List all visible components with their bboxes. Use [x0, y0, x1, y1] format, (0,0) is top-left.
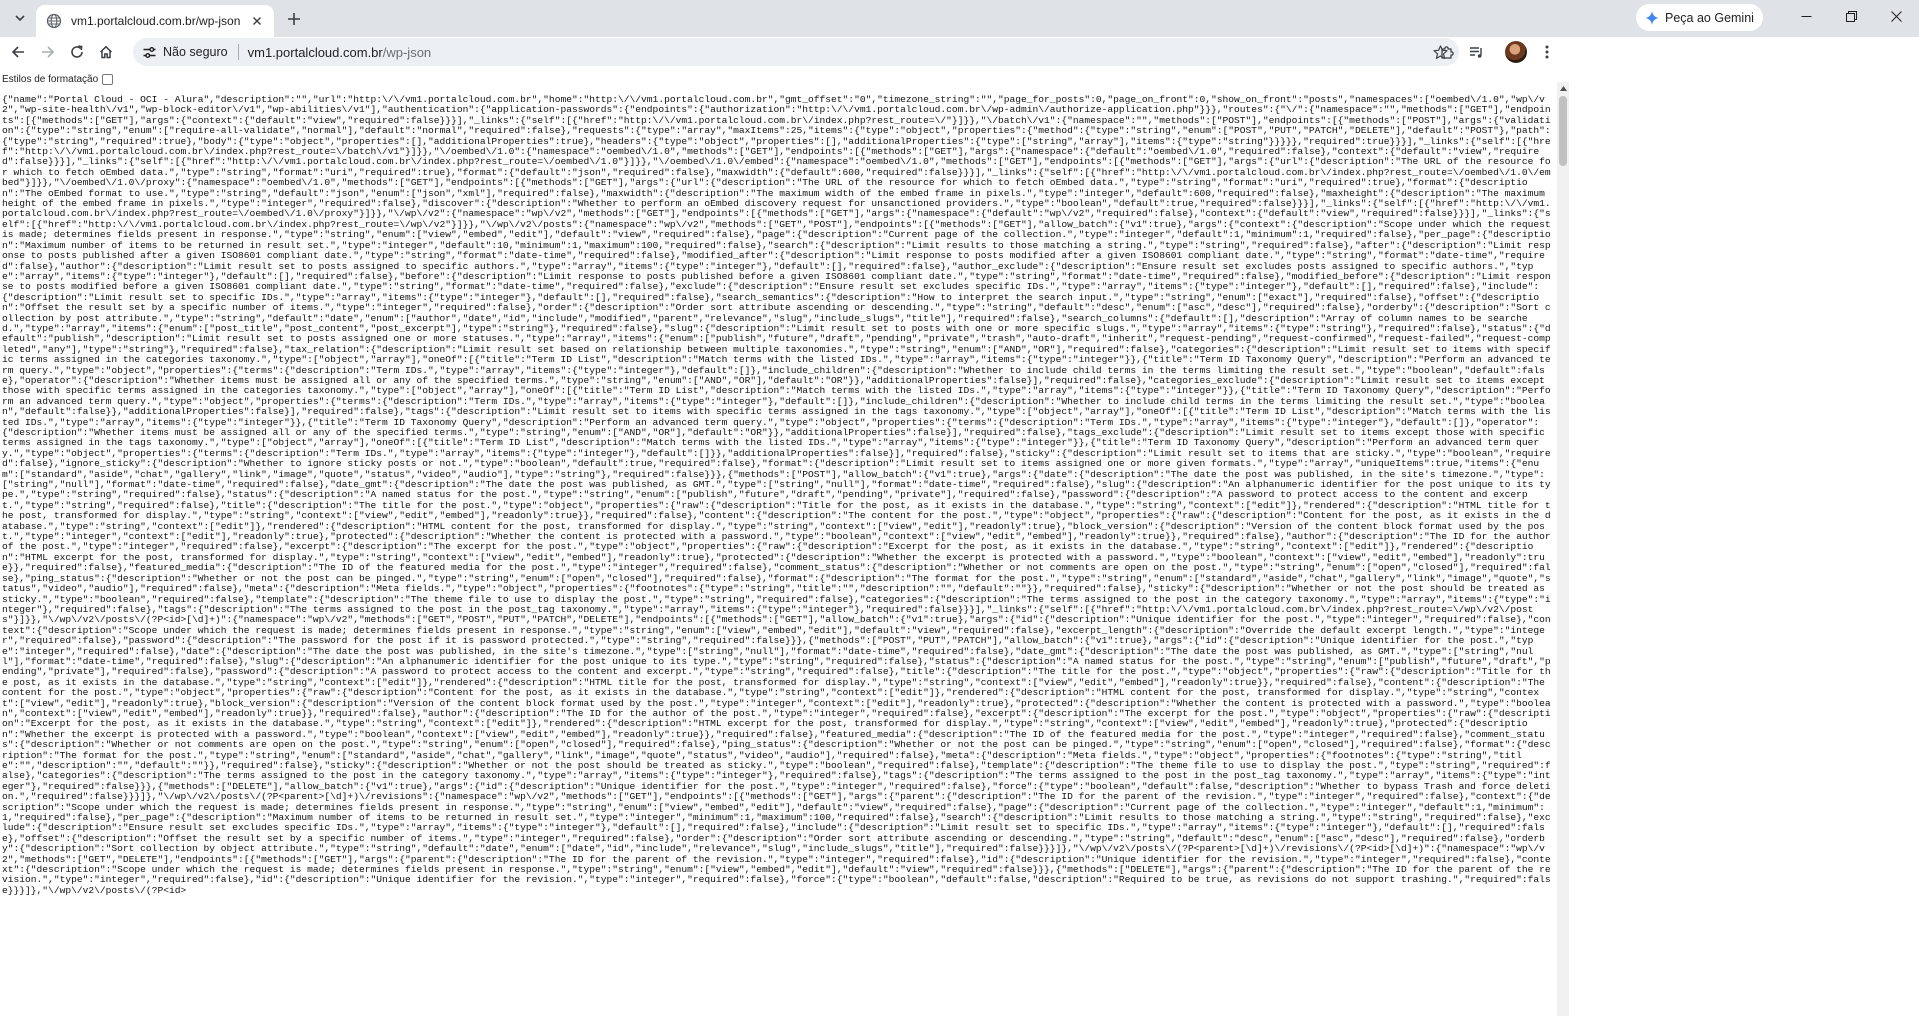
tab-search-button[interactable] — [8, 6, 32, 30]
new-tab-button[interactable] — [282, 7, 306, 31]
scrollbar-thumb[interactable] — [1559, 96, 1567, 166]
triangle-up-icon — [1559, 85, 1567, 91]
home-button[interactable] — [93, 39, 119, 65]
minimize-button[interactable] — [1784, 0, 1829, 32]
url-path: /wp-json — [382, 44, 432, 60]
plus-icon — [288, 13, 300, 25]
chrome-menu-button[interactable] — [1534, 39, 1560, 65]
ask-gemini-label: Peça ao Gemini — [1665, 10, 1754, 25]
ask-gemini-button[interactable]: Peça ao Gemini — [1636, 4, 1763, 31]
json-response-text: {"name":"Portal Cloud - OCI - Alura","de… — [2, 95, 1551, 896]
site-info-button[interactable]: Não seguro — [142, 42, 228, 62]
security-status-label: Não seguro — [163, 45, 228, 59]
home-icon — [99, 45, 113, 59]
restore-button[interactable] — [1829, 0, 1874, 32]
window-close-icon — [1891, 10, 1902, 22]
url-host: vm1.portalcloud.com.br — [247, 44, 383, 60]
close-icon[interactable] — [248, 12, 266, 30]
site-info-icon — [143, 46, 156, 58]
forward-button[interactable] — [35, 39, 61, 65]
kebab-menu-icon — [1545, 45, 1549, 59]
scroll-up-arrow[interactable] — [1557, 82, 1569, 94]
globe-icon — [46, 13, 62, 29]
omnibox-divider — [237, 44, 239, 60]
tab-active[interactable]: vm1.portalcloud.com.br/wp-json — [36, 5, 274, 37]
gemini-spark-icon — [1645, 10, 1659, 25]
media-controls-icon — [1469, 46, 1482, 58]
tab-strip: vm1.portalcloud.com.br/wp-json Peça ao G… — [0, 0, 1919, 37]
arrow-right-icon — [42, 46, 55, 58]
tab-title: vm1.portalcloud.com.br/wp-json — [71, 14, 241, 28]
reload-button[interactable] — [64, 39, 90, 65]
avatar[interactable] — [1505, 41, 1527, 63]
chevron-down-icon — [15, 15, 25, 22]
address-bar[interactable]: Não seguro vm1.portalcloud.com.br/wp-jso… — [133, 38, 1459, 66]
reload-icon — [71, 45, 83, 58]
minimize-icon — [1801, 15, 1812, 17]
window-close-button[interactable] — [1874, 0, 1919, 32]
pretty-print-toggle[interactable]: Estilos de formatação — [2, 72, 114, 86]
pretty-print-checkbox[interactable] — [102, 73, 114, 85]
extensions-button[interactable] — [1434, 39, 1460, 65]
arrow-left-icon — [11, 46, 24, 58]
restore-icon — [1846, 10, 1857, 22]
vertical-scrollbar[interactable] — [1557, 82, 1569, 1016]
puzzle-icon — [1440, 45, 1454, 59]
media-controls-button[interactable] — [1463, 39, 1489, 65]
browser-toolbar: Não seguro vm1.portalcloud.com.br/wp-jso… — [0, 37, 1919, 67]
back-button[interactable] — [5, 39, 31, 65]
pretty-print-label: Estilos de formatação — [2, 73, 99, 85]
